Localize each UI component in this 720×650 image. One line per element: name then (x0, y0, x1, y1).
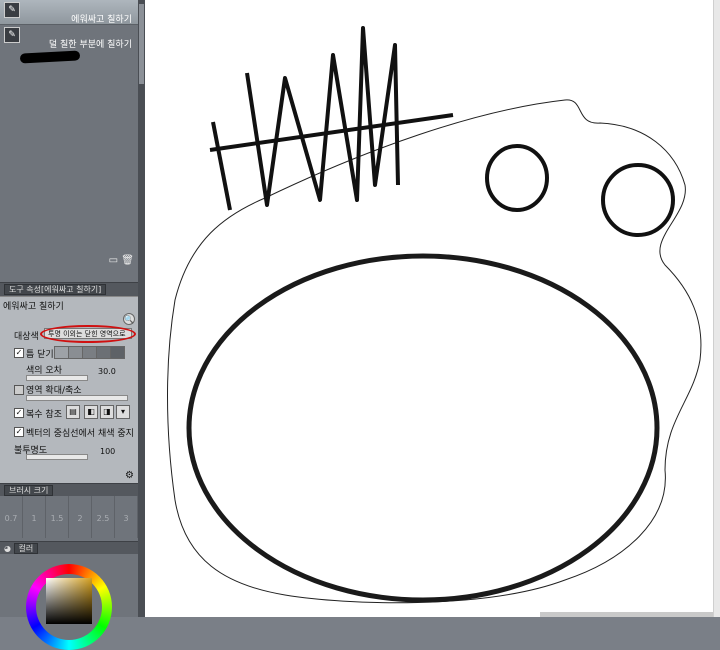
magnifier-icon[interactable]: 🔍 (123, 313, 135, 325)
color-square[interactable] (46, 578, 92, 624)
drawing-canvas[interactable] (145, 0, 720, 617)
brush-size-option[interactable]: 2 (69, 496, 92, 538)
tab-tool-property[interactable]: 도구 속성[에워싸고 칠하기] (4, 284, 107, 295)
tool-property-title: 에워싸고 칠하기 (3, 302, 64, 312)
ref-dropdown-icon[interactable]: ▾ (116, 405, 130, 419)
trash-icon[interactable]: 🗑 (121, 255, 134, 266)
brush-size-panel: 0.7 1 1.5 2 2.5 3 (0, 496, 138, 540)
gap-level-5[interactable] (110, 346, 125, 359)
fill-brush-icon: ✎ (4, 27, 20, 43)
sub-tool-item-fill-remaining[interactable]: ✎ 덜 칠한 부분에 칠하기 (0, 25, 138, 64)
expand-area-checkbox[interactable] (14, 385, 24, 395)
color-panel (0, 554, 138, 650)
new-sub-tool-icon[interactable]: ▭ (109, 255, 118, 266)
color-wheel-icon: ◕ (4, 544, 11, 553)
multi-ref-checkbox[interactable]: ✓ (14, 408, 24, 418)
brush-size-option[interactable]: 0.7 (0, 496, 23, 538)
color-margin-value[interactable]: 30.0 (98, 367, 116, 376)
brush-size-header: 브러시 크기 (0, 483, 138, 497)
color-header: ◕ 컬러 (0, 541, 138, 555)
target-color-label: 대상색 (14, 332, 39, 342)
gap-level-1[interactable] (54, 346, 69, 359)
canvas-drawing (167, 26, 702, 604)
brush-size-option[interactable]: 3 (115, 496, 138, 538)
opacity-slider[interactable] (26, 454, 88, 460)
ref-all-layers-icon[interactable]: ▤ (66, 405, 80, 419)
gap-level-3[interactable] (82, 346, 97, 359)
vector-stop-checkbox[interactable]: ✓ (14, 427, 24, 437)
tab-brush-size[interactable]: 브러시 크기 (4, 485, 54, 496)
ref-layer-icon[interactable]: ◧ (84, 405, 98, 419)
gap-close-checkbox[interactable]: ✓ (14, 348, 24, 358)
gap-level-4[interactable] (96, 346, 111, 359)
gap-level-2[interactable] (68, 346, 83, 359)
multi-ref-label: 복수 참조 (26, 410, 62, 420)
brush-stroke-preview (19, 50, 81, 64)
sub-tool-label: 에워싸고 칠하기 (71, 15, 132, 25)
palette-scrollbar[interactable] (138, 0, 145, 617)
tool-property-panel: 에워싸고 칠하기 🔍 대상색 투명 이외는 닫힌 영역으로 ✓ 틈 닫기 색의 … (0, 296, 138, 483)
gap-close-label: 틈 닫기 (26, 350, 54, 360)
ref-layer-icon[interactable]: ◨ (100, 405, 114, 419)
brush-size-option[interactable]: 2.5 (92, 496, 115, 538)
tool-property-header: 도구 속성[에워싸고 칠하기] (0, 282, 138, 296)
sub-tool-actions: ▭ 🗑 (109, 255, 134, 266)
canvas-status-bar (540, 612, 720, 617)
brush-size-option[interactable]: 1.5 (46, 496, 69, 538)
left-panel: ✎ 에워싸고 칠하기 ✎ 덜 칠한 부분에 칠하기 ▭ 🗑 도구 속성[에워싸고… (0, 0, 145, 650)
tab-color[interactable]: 컬러 (13, 543, 39, 554)
highlight-ellipse (40, 325, 136, 343)
opacity-value[interactable]: 100 (100, 447, 115, 456)
sub-tool-list: ✎ 에워싸고 칠하기 ✎ 덜 칠한 부분에 칠하기 ▭ 🗑 (0, 0, 139, 268)
expand-area-slider[interactable] (26, 395, 128, 401)
right-scrollbar[interactable] (713, 0, 720, 617)
sub-tool-label: 덜 칠한 부분에 칠하기 (48, 40, 132, 50)
vector-stop-label: 벡터의 중심선에서 채색 중지 (26, 429, 134, 439)
sub-tool-item-fill-enclose[interactable]: ✎ 에워싸고 칠하기 (0, 0, 138, 25)
brush-size-option[interactable]: 1 (23, 496, 46, 538)
color-margin-slider[interactable] (26, 375, 88, 381)
settings-icon[interactable]: ⚙ (125, 470, 134, 481)
fill-lasso-icon: ✎ (4, 2, 20, 18)
